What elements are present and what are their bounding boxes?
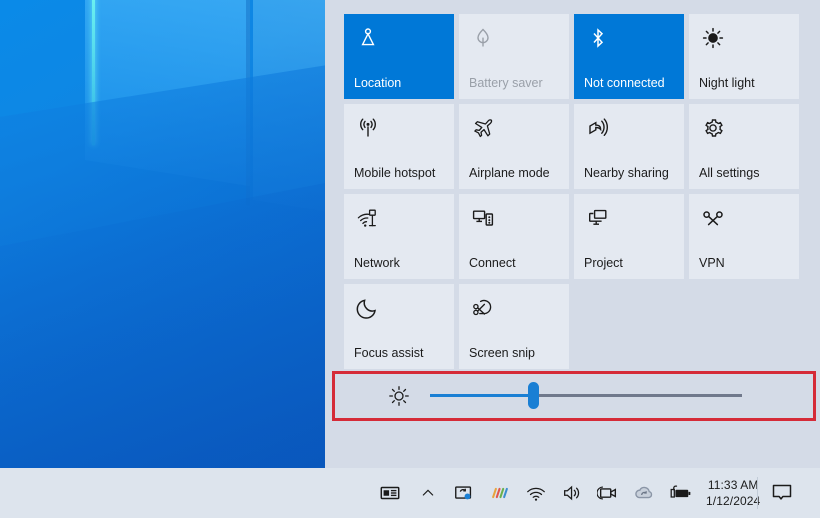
tile-label: Mobile hotspot [354, 166, 436, 180]
quick-action-tile-network[interactable]: Network [344, 194, 454, 279]
airplane-icon [471, 115, 497, 141]
quick-action-tile-vpn[interactable]: VPN [689, 194, 799, 279]
tile-label: Screen snip [469, 346, 536, 360]
quick-action-tile-airplane-mode[interactable]: Airplane mode [459, 104, 569, 189]
volume-icon[interactable] [554, 471, 590, 515]
quick-action-tile-location[interactable]: Location [344, 14, 454, 99]
clock-date: 1/12/2024 [706, 494, 761, 508]
night-light-icon [701, 25, 727, 51]
desktop-wallpaper[interactable] [0, 0, 325, 468]
location-icon [356, 25, 382, 51]
quick-action-tile-mobile-hotspot[interactable]: Mobile hotspot [344, 104, 454, 189]
battery-charging-icon[interactable] [662, 471, 698, 515]
quick-action-tile-focus-assist[interactable]: Focus assist [344, 284, 454, 369]
brightness-control-row [332, 371, 816, 421]
webcam-icon[interactable] [590, 471, 626, 515]
tile-label: Project [584, 256, 623, 270]
slider-thumb[interactable] [527, 382, 539, 409]
tile-label: Focus assist [354, 346, 424, 360]
screen-snip-icon [471, 295, 497, 321]
battery-saver-icon [471, 25, 497, 51]
taskbar: 11:33 AM 1/12/2024 [0, 468, 820, 518]
quick-action-tile-bluetooth[interactable]: Not connected [574, 14, 684, 99]
news-and-interests-icon[interactable] [370, 471, 410, 515]
colorful-app-icon[interactable] [482, 471, 518, 515]
action-center-panel: Location Battery saver Not connected Nig… [325, 0, 820, 468]
quick-action-tile-connect[interactable]: Connect [459, 194, 569, 279]
onedrive-sync-icon[interactable] [446, 471, 482, 515]
tile-label: All settings [699, 166, 760, 180]
tile-label: Battery saver [469, 76, 543, 90]
cloud-sync-icon[interactable] [626, 471, 662, 515]
tile-label: Airplane mode [469, 166, 550, 180]
tile-label: VPN [699, 256, 725, 270]
quick-actions-grid: Location Battery saver Not connected Nig… [344, 14, 799, 369]
tile-label: Night light [699, 76, 755, 90]
tile-label: Location [354, 76, 402, 90]
vpn-icon [701, 205, 727, 231]
brightness-sun-icon [387, 384, 411, 408]
wifi-icon[interactable] [518, 471, 554, 515]
project-icon [586, 205, 612, 231]
action-center-notification-icon[interactable] [760, 471, 804, 515]
tile-label: Nearby sharing [584, 166, 669, 180]
network-wifi-icon [356, 205, 382, 231]
bluetooth-icon [586, 25, 612, 51]
brightness-slider[interactable] [430, 382, 742, 409]
gear-icon [701, 115, 727, 141]
tile-label: Network [354, 256, 400, 270]
quick-action-tile-night-light[interactable]: Night light [689, 14, 799, 99]
quick-action-tile-screen-snip[interactable]: Screen snip [459, 284, 569, 369]
system-tray: 11:33 AM 1/12/2024 [370, 468, 760, 518]
quick-action-tile-project[interactable]: Project [574, 194, 684, 279]
quick-action-tile-all-settings[interactable]: All settings [689, 104, 799, 189]
connect-icon [471, 205, 497, 231]
tray-divider [757, 477, 758, 509]
nearby-sharing-icon [586, 115, 612, 141]
tile-label: Connect [469, 256, 516, 270]
quick-action-tile-battery-saver[interactable]: Battery saver [459, 14, 569, 99]
mobile-hotspot-icon [356, 115, 382, 141]
screen: Location Battery saver Not connected Nig… [0, 0, 820, 518]
clock-time: 11:33 AM [707, 478, 759, 492]
show-hidden-icons-chevron-icon[interactable] [410, 471, 446, 515]
quick-action-tile-nearby-sharing[interactable]: Nearby sharing [574, 104, 684, 189]
moon-icon [356, 295, 382, 321]
slider-fill [430, 394, 533, 397]
taskbar-clock[interactable]: 11:33 AM 1/12/2024 [706, 477, 760, 509]
tile-label: Not connected [584, 76, 665, 90]
